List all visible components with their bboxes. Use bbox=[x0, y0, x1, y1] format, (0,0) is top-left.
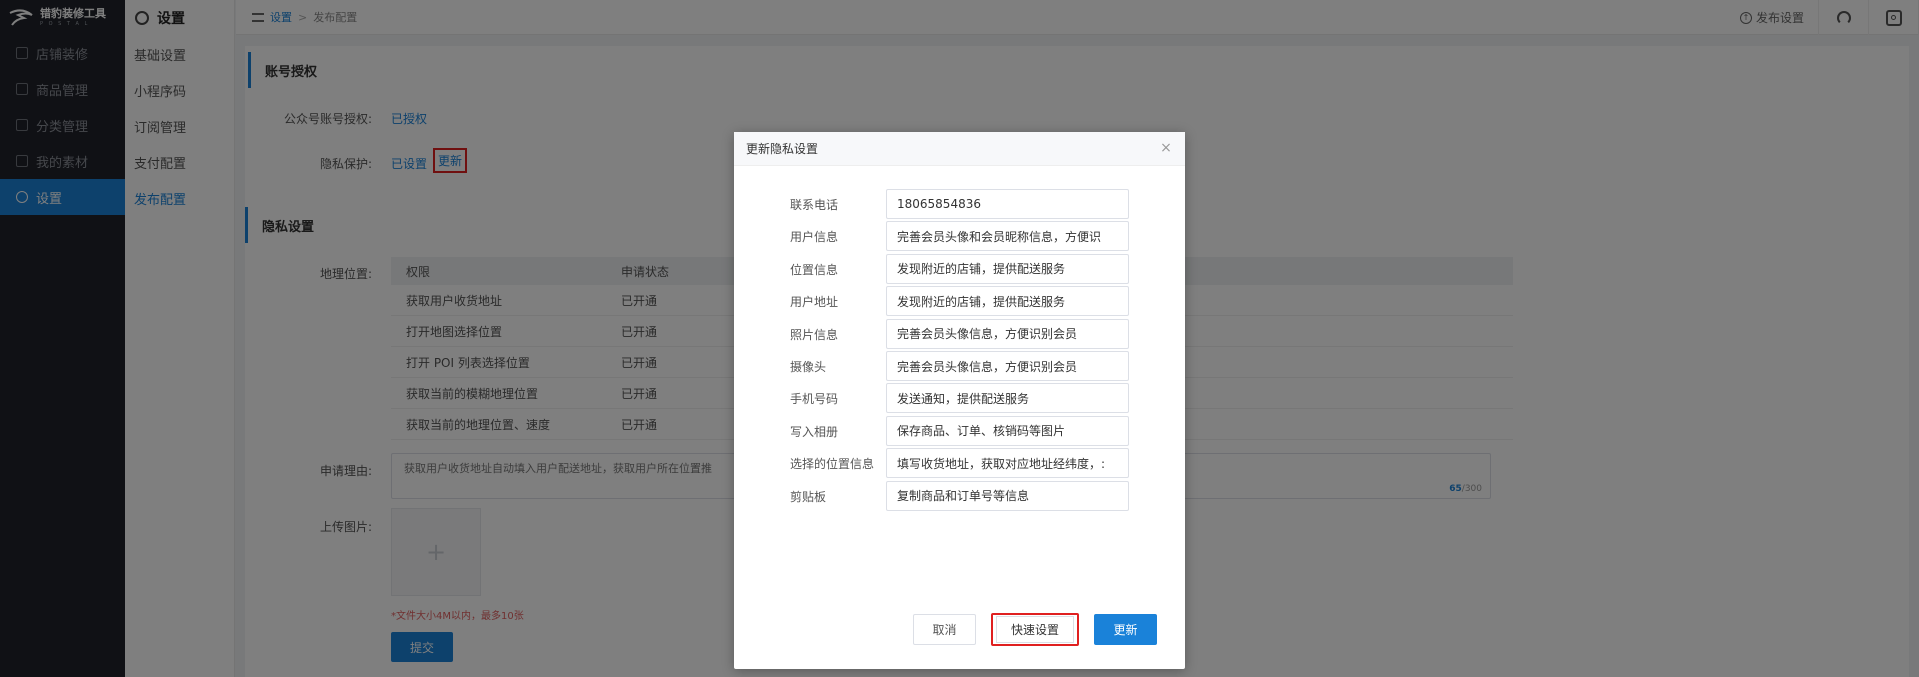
field-label: 剪贴板 bbox=[790, 489, 827, 504]
field-input[interactable]: 完善会员头像信息，方便识别会员 bbox=[886, 318, 1129, 349]
field-label: 照片信息 bbox=[790, 327, 839, 342]
form-row: 写入相册 保存商品、订单、核销码等图片 bbox=[734, 415, 1185, 446]
field-label: 用户地址 bbox=[790, 295, 839, 310]
update-button[interactable]: 更新 bbox=[1094, 614, 1157, 645]
form-row: 位置信息 发现附近的店铺，提供配送服务 bbox=[734, 253, 1185, 284]
field-input[interactable]: 完善会员头像信息，方便识别会员 bbox=[886, 351, 1129, 381]
field-input[interactable]: 填写收货地址，获取对应地址经纬度，: bbox=[886, 448, 1129, 479]
form-row: 用户地址 发现附近的店铺，提供配送服务 bbox=[734, 286, 1185, 317]
field-input[interactable]: 复制商品和订单号等信息 bbox=[886, 480, 1129, 511]
modal-header: 更新隐私设置 × bbox=[734, 132, 1185, 166]
form-row: 选择的位置信息 填写收货地址，获取对应地址经纬度，: bbox=[734, 448, 1185, 479]
field-label: 联系电话 bbox=[790, 198, 839, 212]
field-input[interactable]: 发送通知，提供配送服务 bbox=[886, 383, 1129, 414]
form-row: 剪贴板 复制商品和订单号等信息 bbox=[734, 480, 1185, 511]
field-label: 位置信息 bbox=[790, 262, 839, 277]
field-label: 用户信息 bbox=[790, 230, 839, 245]
form-row: 手机号码 发送通知，提供配送服务 bbox=[734, 383, 1185, 414]
modal-title: 更新隐私设置 bbox=[746, 142, 819, 156]
cancel-button[interactable]: 取消 bbox=[913, 614, 976, 645]
field-label: 写入相册 bbox=[790, 424, 839, 439]
field-input[interactable]: 完善会员头像和会员昵称信息，方便识 bbox=[886, 221, 1129, 252]
field-input[interactable]: 发现附近的店铺，提供配送服务 bbox=[886, 286, 1129, 317]
field-label: 摄像头 bbox=[790, 360, 827, 374]
quick-setup-button[interactable]: 快速设置 bbox=[996, 616, 1074, 643]
form-row: 照片信息 完善会员头像信息，方便识别会员 bbox=[734, 318, 1185, 349]
form-row: 摄像头 完善会员头像信息，方便识别会员 bbox=[734, 351, 1185, 381]
field-label: 手机号码 bbox=[790, 392, 839, 407]
field-input[interactable]: 发现附近的店铺，提供配送服务 bbox=[886, 253, 1129, 284]
close-icon[interactable]: × bbox=[1159, 141, 1173, 155]
field-input[interactable]: 保存商品、订单、核销码等图片 bbox=[886, 415, 1129, 446]
form-row: 用户信息 完善会员头像和会员昵称信息，方便识 bbox=[734, 221, 1185, 252]
field-label: 选择的位置信息 bbox=[790, 457, 875, 472]
privacy-update-modal: 更新隐私设置 × 联系电话 18065854836 用户信息 完善会员头像和会员昵称信… bbox=[734, 132, 1185, 669]
form-row: 联系电话 18065854836 bbox=[734, 189, 1185, 219]
field-input[interactable]: 18065854836 bbox=[886, 189, 1129, 219]
quick-setup-highlight: 快速设置 bbox=[991, 613, 1079, 646]
